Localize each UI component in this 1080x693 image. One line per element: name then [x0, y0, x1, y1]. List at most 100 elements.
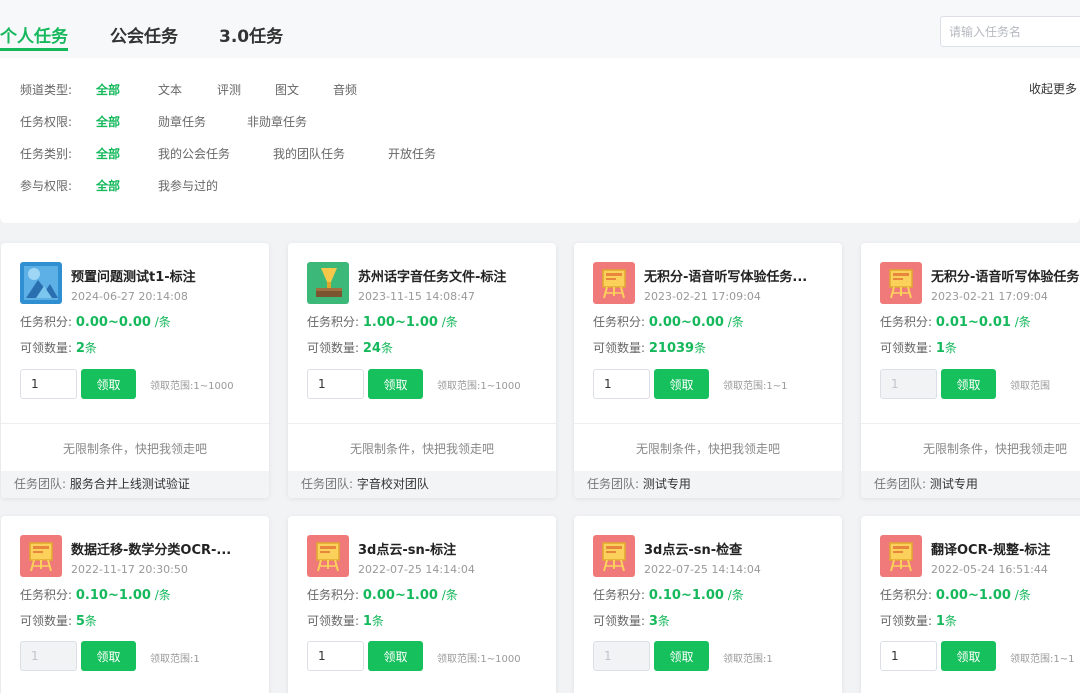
- quantity-unit: 条: [694, 341, 707, 355]
- task-team-footer: 任务团队: 测试专用: [861, 471, 1080, 498]
- filter-option-text[interactable]: 文本: [158, 81, 217, 98]
- claim-button[interactable]: 领取: [654, 369, 709, 399]
- green-gramophone-icon: [307, 262, 349, 304]
- quantity-value: 3: [648, 614, 658, 629]
- task-title[interactable]: 苏州话字音任务文件-标注: [358, 266, 543, 285]
- team-name: 字音校对团队: [356, 477, 429, 491]
- task-title[interactable]: 翻译OCR-规整-标注: [931, 539, 1080, 558]
- points-unit: /条: [1014, 588, 1031, 602]
- team-label: 任务团队:: [874, 477, 927, 491]
- filter-option-non-medal-tasks[interactable]: 非勋章任务: [247, 113, 307, 130]
- claim-quantity-input[interactable]: [20, 369, 77, 399]
- quantity-unit: 条: [84, 341, 97, 355]
- points-value: 0.00~1.00: [362, 588, 438, 603]
- points-label: 任务积分:: [307, 588, 360, 602]
- team-label: 任务团队:: [587, 477, 640, 491]
- filter-option-image-text[interactable]: 图文: [275, 81, 333, 98]
- task-title[interactable]: 预置问题测试t1-标注: [71, 266, 256, 285]
- red-easel-icon: [880, 262, 922, 304]
- claim-quantity-input: [880, 369, 937, 399]
- points-value: 0.00~1.00: [935, 588, 1011, 603]
- claim-range: 领取范围:1~1000: [437, 654, 521, 665]
- task-points: 任务积分: 0.10~1.00 /条: [593, 586, 744, 603]
- quantity-value: 1: [362, 614, 372, 629]
- filter-option-my-team-tasks[interactable]: 我的团队任务: [273, 145, 388, 162]
- task-title[interactable]: 无积分-语音听写体验任务: [931, 266, 1080, 285]
- claim-button[interactable]: 领取: [81, 369, 136, 399]
- quantity-label: 可领数量:: [20, 341, 73, 355]
- task-condition-message: 无限制条件，快把我领走吧: [635, 442, 780, 456]
- quantity-value: 1: [935, 614, 945, 629]
- task-card[interactable]: 无积分-语音听写体验任务 2023-02-21 17:09:04 任务积分: 0.0…: [861, 243, 1080, 498]
- red-easel-icon: [20, 535, 62, 577]
- points-label: 任务积分:: [307, 315, 360, 329]
- filter-panel: 收起更多 频道类型: 全部 文本 评测 图文 音频 任务权限: 全部 勋章任务 …: [0, 58, 1080, 223]
- task-title[interactable]: 3d点云-sn-检查: [644, 539, 829, 558]
- claim-range: 领取范围:1~1000: [437, 381, 521, 392]
- task-quantity: 可领数量: 21039条: [593, 339, 706, 356]
- filter-option-participated[interactable]: 我参与过的: [158, 177, 218, 194]
- points-unit: /条: [441, 315, 458, 329]
- points-value: 0.00~0.00: [75, 315, 151, 330]
- task-card[interactable]: 无积分-语音听写体验任务... 2023-02-21 17:09:04 任务积分: …: [574, 243, 842, 498]
- tab-3-0-tasks[interactable]: 3.0任务: [219, 22, 283, 47]
- filter-option-medal-tasks[interactable]: 勋章任务: [158, 113, 247, 130]
- task-points: 任务积分: 1.00~1.00 /条: [307, 313, 458, 330]
- collapse-more-button[interactable]: 收起更多: [1029, 80, 1077, 97]
- task-card[interactable]: 苏州话字音任务文件-标注 2023-11-15 14:08:47 任务积分: 1.0…: [288, 243, 556, 498]
- filter-option-audio[interactable]: 音频: [333, 81, 357, 98]
- points-unit: /条: [154, 315, 171, 329]
- task-card[interactable]: 预置问题测试t1-标注 2024-06-27 20:14:08 任务积分: 0.00…: [1, 243, 269, 498]
- filter-row-task-permission: 任务权限: 全部 勋章任务 非勋章任务: [20, 111, 307, 131]
- task-quantity: 可领数量: 2条: [20, 339, 97, 356]
- points-value: 0.00~0.00: [648, 315, 724, 330]
- task-card[interactable]: 翻译OCR-规整-标注 2022-05-24 16:51:44 任务积分: 0.00…: [861, 516, 1080, 693]
- task-team-footer: 任务团队: 测试专用: [574, 471, 842, 498]
- task-title[interactable]: 无积分-语音听写体验任务...: [644, 266, 829, 285]
- team-name: 测试专用: [642, 477, 691, 491]
- points-label: 任务积分:: [593, 315, 646, 329]
- team-name: 测试专用: [929, 477, 978, 491]
- claim-quantity-input[interactable]: [593, 369, 650, 399]
- claim-button[interactable]: 领取: [941, 641, 996, 671]
- tab-personal-tasks[interactable]: 个人任务: [0, 22, 68, 47]
- task-card[interactable]: 3d点云-sn-标注 2022-07-25 14:14:04 任务积分: 0.00~…: [288, 516, 556, 693]
- task-points: 任务积分: 0.10~1.00 /条: [20, 586, 171, 603]
- claim-range: 领取范围:1~1: [723, 381, 788, 392]
- points-label: 任务积分:: [880, 588, 933, 602]
- task-condition-message: 无限制条件，快把我领走吧: [922, 442, 1067, 456]
- claim-button[interactable]: 领取: [941, 369, 996, 399]
- filter-option-all[interactable]: 全部: [96, 177, 158, 194]
- task-card[interactable]: 数据迁移-数学分类OCR-... 2022-11-17 20:30:50 任务积分:…: [1, 516, 269, 693]
- team-name: 服务合并上线测试验证: [69, 477, 190, 491]
- task-title[interactable]: 3d点云-sn-标注: [358, 539, 543, 558]
- quantity-unit: 条: [380, 341, 393, 355]
- task-date: 2022-11-17 20:30:50: [71, 563, 188, 576]
- filter-option-my-guild-tasks[interactable]: 我的公会任务: [158, 145, 273, 162]
- claim-quantity-input[interactable]: [880, 641, 937, 671]
- claim-button[interactable]: 领取: [654, 641, 709, 671]
- filter-option-all[interactable]: 全部: [96, 145, 158, 162]
- claim-quantity-input: [20, 641, 77, 671]
- task-quantity: 可领数量: 3条: [593, 612, 670, 629]
- task-title[interactable]: 数据迁移-数学分类OCR-...: [71, 539, 256, 558]
- claim-button[interactable]: 领取: [368, 369, 423, 399]
- red-easel-icon: [880, 535, 922, 577]
- search-input[interactable]: [940, 16, 1080, 47]
- claim-button[interactable]: 领取: [81, 641, 136, 671]
- quantity-label: 可领数量:: [593, 614, 646, 628]
- claim-button[interactable]: 领取: [368, 641, 423, 671]
- task-date: 2023-02-21 17:09:04: [644, 290, 761, 303]
- filter-option-open-tasks[interactable]: 开放任务: [388, 145, 436, 162]
- filter-option-all[interactable]: 全部: [96, 113, 158, 130]
- quantity-value: 1: [935, 341, 945, 356]
- filter-option-all[interactable]: 全部: [96, 81, 158, 98]
- claim-quantity-input[interactable]: [307, 641, 364, 671]
- filter-row-channel-type: 频道类型: 全部 文本 评测 图文 音频: [20, 79, 357, 99]
- task-card[interactable]: 3d点云-sn-检查 2022-07-25 14:14:04 任务积分: 0.10~…: [574, 516, 842, 693]
- quantity-value: 5: [75, 614, 85, 629]
- tab-guild-tasks[interactable]: 公会任务: [110, 22, 178, 47]
- filter-option-review[interactable]: 评测: [217, 81, 275, 98]
- claim-quantity-input[interactable]: [307, 369, 364, 399]
- claim-range: 领取范围:1: [723, 654, 773, 665]
